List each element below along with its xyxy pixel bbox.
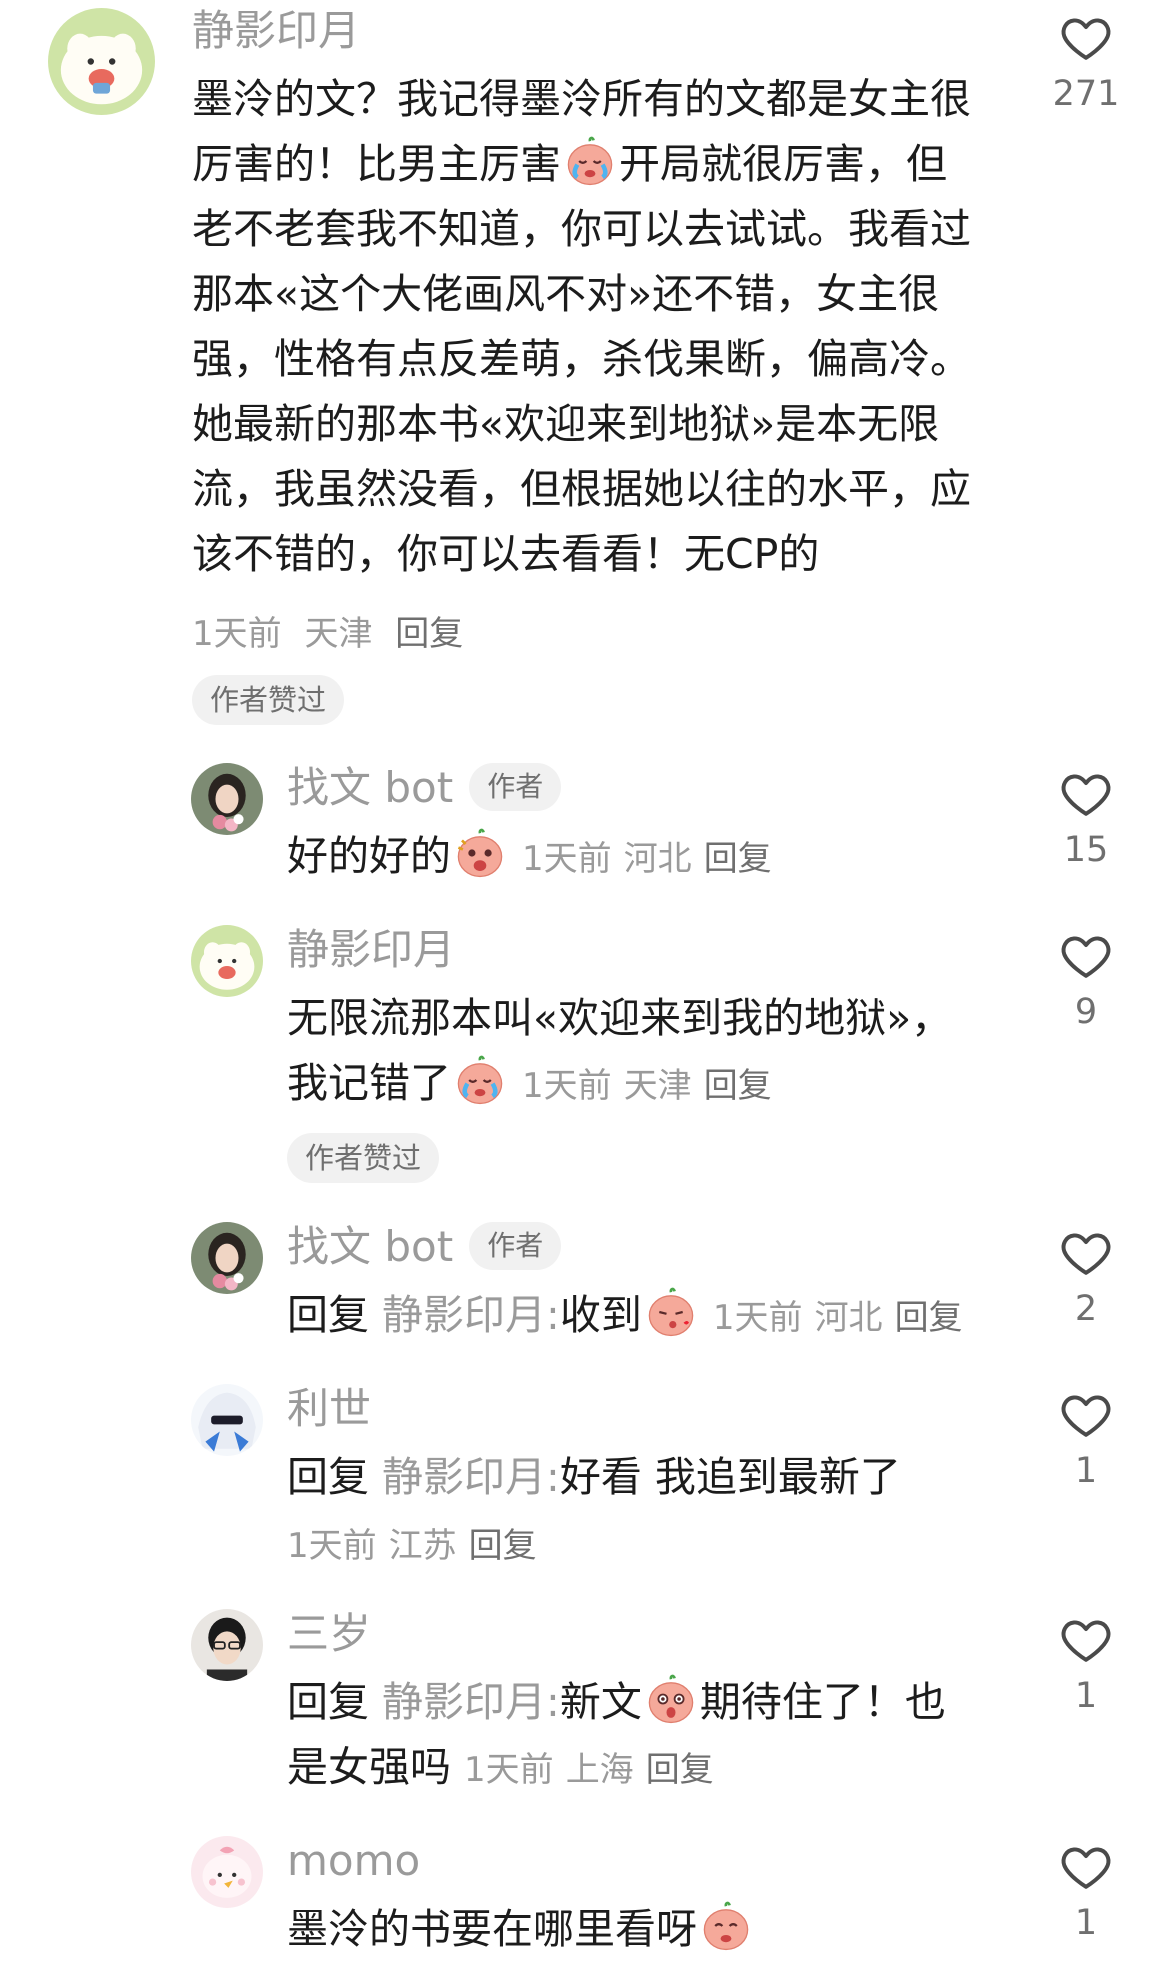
like-button[interactable]: 15: [1041, 766, 1131, 872]
comment-text: 回复 静影印月:新文 期待住了！也 是女强吗 1天前 上海 回复: [287, 1670, 946, 1803]
like-count: 1: [1074, 1676, 1098, 1716]
heart-icon: [1058, 1225, 1114, 1281]
heart-icon: [1058, 928, 1114, 984]
like-button[interactable]: 9: [1041, 928, 1131, 1034]
location: 天津: [623, 1066, 692, 1106]
timestamp: 1天前: [522, 839, 612, 879]
avatar[interactable]: [191, 763, 263, 835]
location: 河北: [814, 1298, 883, 1338]
reply-button[interactable]: 回复: [704, 1066, 772, 1106]
author-liked-badge: 作者赞过: [192, 675, 345, 725]
username[interactable]: 利世: [287, 1384, 371, 1434]
avatar[interactable]: [191, 1222, 263, 1294]
reply-button[interactable]: 回复: [704, 839, 772, 879]
reply-button[interactable]: 回复: [395, 614, 463, 654]
heart-icon: [1058, 1839, 1114, 1895]
timestamp: 1天前: [192, 614, 282, 654]
author-liked-badge: 作者赞过: [287, 1133, 440, 1183]
avatar[interactable]: [191, 1609, 263, 1681]
username[interactable]: 找文 bot 作者: [287, 1221, 562, 1274]
heart-icon: [1058, 1612, 1114, 1668]
reply-target[interactable]: 静影印月:: [382, 1453, 560, 1501]
like-count: 1: [1074, 1903, 1098, 1943]
like-button[interactable]: 2: [1041, 1225, 1131, 1331]
username[interactable]: 静影印月: [192, 6, 360, 56]
like-count: 1: [1074, 1451, 1098, 1491]
crying-emoji-icon: [563, 134, 617, 188]
timestamp: 1天前: [287, 1526, 377, 1566]
heart-icon: [1058, 10, 1114, 66]
like-count: 2: [1074, 1289, 1098, 1329]
location: 江苏: [388, 1526, 457, 1566]
comment-text: 好的好的 1天前 河北 回复: [287, 824, 784, 892]
username[interactable]: 找文 bot 作者: [287, 762, 562, 815]
comment-meta: 1天前 江苏 回复: [287, 1518, 549, 1567]
comment-text: 回复 静影印月:收到 1天前 河北 回复: [287, 1283, 975, 1351]
reply-button[interactable]: 回复: [646, 1750, 714, 1790]
like-button[interactable]: 271: [1041, 10, 1131, 116]
heart-icon: [1058, 1387, 1114, 1443]
kiss-emoji-icon: [644, 1285, 698, 1339]
author-tag: 作者: [469, 1221, 562, 1270]
avatar[interactable]: [191, 1836, 263, 1908]
timestamp: 1天前: [712, 1298, 803, 1338]
reply-button[interactable]: 回复: [895, 1298, 963, 1338]
heart-icon: [1058, 766, 1114, 822]
location: 河北: [623, 839, 692, 879]
comment-text: 回复 静影印月:好看 我追到最新了: [287, 1453, 901, 1501]
shocked-emoji-icon: [453, 826, 507, 880]
location: 上海: [565, 1750, 634, 1790]
surprised-emoji-icon: [644, 1672, 698, 1726]
comment-meta: 1天前 天津 回复: [192, 606, 475, 655]
location: 天津: [304, 614, 373, 654]
avatar[interactable]: [191, 925, 263, 997]
reply-target[interactable]: 静影印月:: [382, 1291, 560, 1339]
username[interactable]: 静影印月: [287, 925, 455, 975]
author-tag: 作者: [469, 762, 562, 811]
crying-emoji-icon: [453, 1053, 507, 1107]
username[interactable]: 三岁: [287, 1609, 371, 1659]
crying-emoji-icon: [699, 1899, 753, 1953]
username[interactable]: momo: [287, 1836, 420, 1886]
comment-text: 无限流那本叫«欢迎来到我的地狱»， 我记错了 1天前 天津 回复: [287, 994, 953, 1107]
like-count: 9: [1074, 992, 1098, 1032]
reply-target[interactable]: 静影印月:: [382, 1678, 560, 1726]
like-button[interactable]: 1: [1041, 1612, 1131, 1718]
timestamp: 1天前: [464, 1750, 554, 1790]
like-count: 15: [1063, 830, 1109, 870]
avatar[interactable]: [48, 8, 155, 115]
like-button[interactable]: 1: [1041, 1839, 1131, 1945]
like-button[interactable]: 1: [1041, 1387, 1131, 1493]
timestamp: 1天前: [522, 1066, 612, 1106]
comment-text: 墨泠的书要在哪里看呀: [287, 1897, 755, 1962]
comment-text: 墨泠的文？我记得墨泠所有的文都是女主很 厉害的！比男主厉害 开局就很厉害，但 老不…: [192, 75, 971, 578]
like-count: 271: [1052, 74, 1120, 114]
avatar[interactable]: [191, 1384, 263, 1456]
reply-button[interactable]: 回复: [469, 1526, 537, 1566]
